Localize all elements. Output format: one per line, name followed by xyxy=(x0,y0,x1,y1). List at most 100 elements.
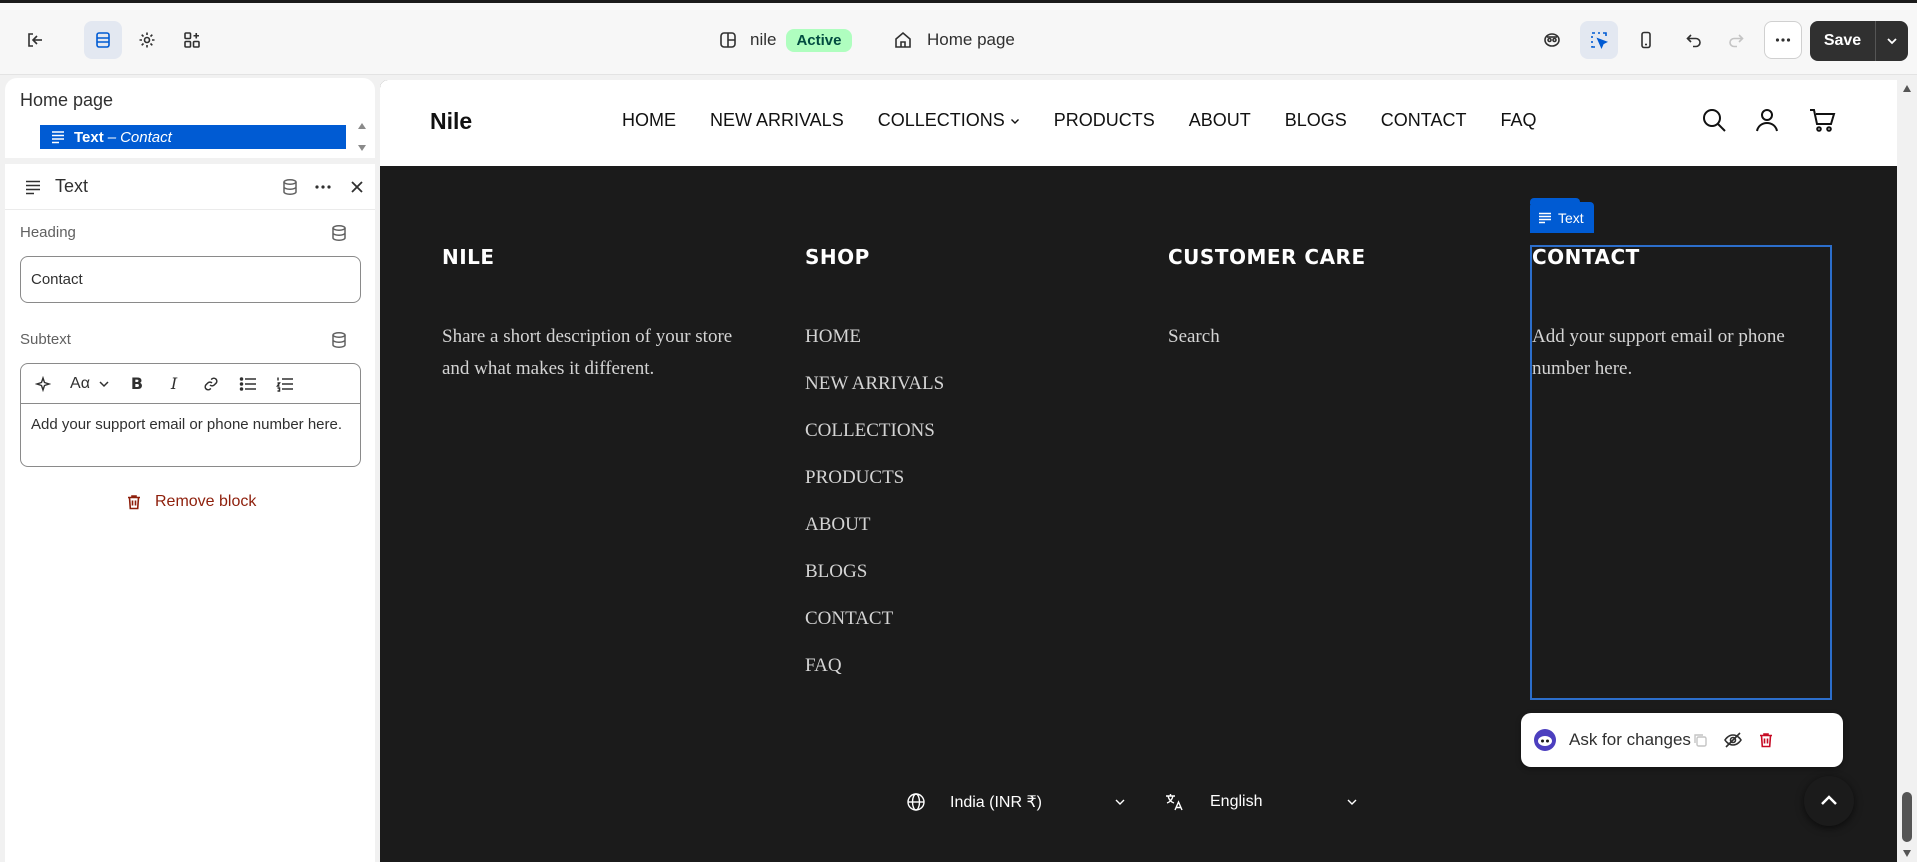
ask-for-changes-bar: Ask for changes xyxy=(1521,713,1843,767)
store-nav: HOME NEW ARRIVALS COLLECTIONS PRODUCTS A… xyxy=(622,110,1570,131)
sections-icon[interactable] xyxy=(84,21,122,59)
footer-link-search[interactable]: Search xyxy=(1168,326,1468,373)
footer-link-about[interactable]: ABOUT xyxy=(805,514,1105,561)
nav-link-faq[interactable]: FAQ xyxy=(1500,110,1536,131)
rte-toolbar: Aα B I xyxy=(21,364,360,404)
more-actions-icon[interactable] xyxy=(1764,21,1802,59)
scrollbar-thumb[interactable] xyxy=(1902,792,1912,842)
chevron-up-icon xyxy=(1821,795,1837,805)
chevron-down-icon xyxy=(99,380,109,387)
hide-icon[interactable] xyxy=(1721,728,1745,752)
nav-link-products[interactable]: PRODUCTS xyxy=(1054,110,1155,131)
duplicate-icon[interactable] xyxy=(1688,728,1712,752)
footer-link-contact[interactable]: CONTACT xyxy=(805,608,1105,655)
footer-heading: SHOP xyxy=(805,245,870,269)
sidebar-item-text-contact[interactable]: Text – Contact xyxy=(40,125,346,149)
footer-link-blogs[interactable]: BLOGS xyxy=(805,561,1105,608)
exit-icon[interactable] xyxy=(16,21,54,59)
apps-icon[interactable] xyxy=(173,21,211,59)
text-block-icon xyxy=(1539,212,1551,223)
sidebar-item-separator: – xyxy=(107,128,117,146)
nav-link-new-arrivals[interactable]: NEW ARRIVALS xyxy=(710,110,844,131)
scroll-down-arrow-icon[interactable] xyxy=(1902,848,1912,858)
selected-block-tab[interactable]: Text xyxy=(1530,202,1594,233)
inspector-select-icon[interactable] xyxy=(1580,21,1618,59)
footer-link-faq[interactable]: FAQ xyxy=(805,655,1105,702)
translate-icon xyxy=(1166,794,1183,811)
chevron-down-icon xyxy=(1010,118,1019,124)
preview-scrollbar[interactable] xyxy=(1897,80,1917,862)
nav-link-blogs[interactable]: BLOGS xyxy=(1285,110,1347,131)
sidebar-page-title: Home page xyxy=(20,90,114,110)
cart-icon[interactable] xyxy=(1808,106,1836,134)
footer-link-new-arrivals[interactable]: NEW ARRIVALS xyxy=(805,373,1105,420)
gear-icon[interactable] xyxy=(128,21,166,59)
language-selector[interactable]: English xyxy=(1164,792,1358,812)
sidebar-scrollbar[interactable] xyxy=(355,120,369,154)
text-style-dropdown[interactable]: Aα xyxy=(66,370,114,398)
footer-care-links: Search xyxy=(1168,326,1468,373)
magic-icon[interactable] xyxy=(29,370,57,398)
footer-column-contact[interactable]: CONTACT Add your support email or phone … xyxy=(1532,245,1832,385)
page-selector-label: Home page xyxy=(927,30,1015,49)
database-icon[interactable] xyxy=(330,224,350,244)
status-badge: Active xyxy=(786,28,852,52)
bold-icon[interactable]: B xyxy=(123,370,151,398)
selected-block-tab-label: Text xyxy=(1558,209,1584,226)
heading-field-label: Heading xyxy=(20,224,76,241)
nav-link-contact[interactable]: CONTACT xyxy=(1381,110,1467,131)
page-selector[interactable]: Home page xyxy=(893,21,1015,59)
theme-name: nile xyxy=(750,30,777,49)
nav-link-collections[interactable]: COLLECTIONS xyxy=(878,110,1020,131)
close-icon[interactable] xyxy=(345,175,369,199)
theme-indicator[interactable]: nile Active xyxy=(718,21,852,59)
nav-link-collections-label: COLLECTIONS xyxy=(877,110,1005,130)
nav-link-about[interactable]: ABOUT xyxy=(1189,110,1251,131)
footer-column-shop: SHOP HOME NEW ARRIVALS COLLECTIONS PRODU… xyxy=(805,245,1105,702)
save-button-group: Save xyxy=(1810,21,1908,61)
subtext-editor[interactable]: Aα B I Add your support email or phone n… xyxy=(20,363,361,467)
undo-icon[interactable] xyxy=(1675,21,1713,59)
search-icon[interactable] xyxy=(1700,106,1728,134)
store-logo[interactable]: Nile xyxy=(430,108,472,135)
ai-sidekick-icon[interactable] xyxy=(1533,21,1571,59)
footer-heading: CUSTOMER CARE xyxy=(1168,245,1366,269)
bullet-list-icon[interactable] xyxy=(234,370,262,398)
link-icon[interactable] xyxy=(197,370,225,398)
editor-sidebar: Home page Text – Contact Text Heading Su… xyxy=(5,78,375,862)
mobile-view-icon[interactable] xyxy=(1627,21,1665,59)
block-settings-header: Text xyxy=(5,164,375,210)
footer-link-products[interactable]: PRODUCTS xyxy=(805,467,1105,514)
footer-link-home[interactable]: HOME xyxy=(805,326,1105,373)
database-icon[interactable] xyxy=(330,331,350,351)
sidebar-item-type: Text xyxy=(74,128,104,146)
trash-icon[interactable] xyxy=(1754,728,1778,752)
trash-icon xyxy=(128,495,140,510)
heading-input[interactable] xyxy=(20,256,361,303)
remove-block-button[interactable]: Remove block xyxy=(125,493,256,511)
globe-icon xyxy=(907,793,925,811)
remove-block-label: Remove block xyxy=(155,493,257,510)
scroll-up-arrow-icon[interactable] xyxy=(1902,84,1912,94)
block-settings-title: Text xyxy=(55,176,89,196)
footer-heading: NILE xyxy=(442,245,495,269)
editor-topbar: nile Active Home page Save xyxy=(0,0,1917,75)
more-options-icon[interactable] xyxy=(311,175,335,199)
redo-icon[interactable] xyxy=(1717,21,1755,59)
database-icon[interactable] xyxy=(278,175,302,199)
save-button[interactable]: Save xyxy=(1810,21,1876,61)
numbered-list-icon[interactable] xyxy=(271,370,299,398)
chevron-down-icon[interactable] xyxy=(1876,21,1908,61)
chevron-down-icon xyxy=(1347,799,1357,805)
italic-icon[interactable]: I xyxy=(160,370,188,398)
ask-for-changes-input[interactable]: Ask for changes xyxy=(1569,730,1691,750)
nav-link-home[interactable]: HOME xyxy=(622,110,676,131)
font-size-icon: Aα xyxy=(70,374,90,392)
subtext-content[interactable]: Add your support email or phone number h… xyxy=(21,404,360,446)
footer-link-collections[interactable]: COLLECTIONS xyxy=(805,420,1105,467)
account-icon[interactable] xyxy=(1753,106,1781,134)
country-selector-value: India (INR ₹) xyxy=(950,794,1042,811)
footer-shop-links: HOME NEW ARRIVALS COLLECTIONS PRODUCTS A… xyxy=(805,326,1105,702)
scroll-to-top-button[interactable] xyxy=(1804,776,1854,826)
country-selector[interactable]: India (INR ₹) xyxy=(906,792,1126,812)
